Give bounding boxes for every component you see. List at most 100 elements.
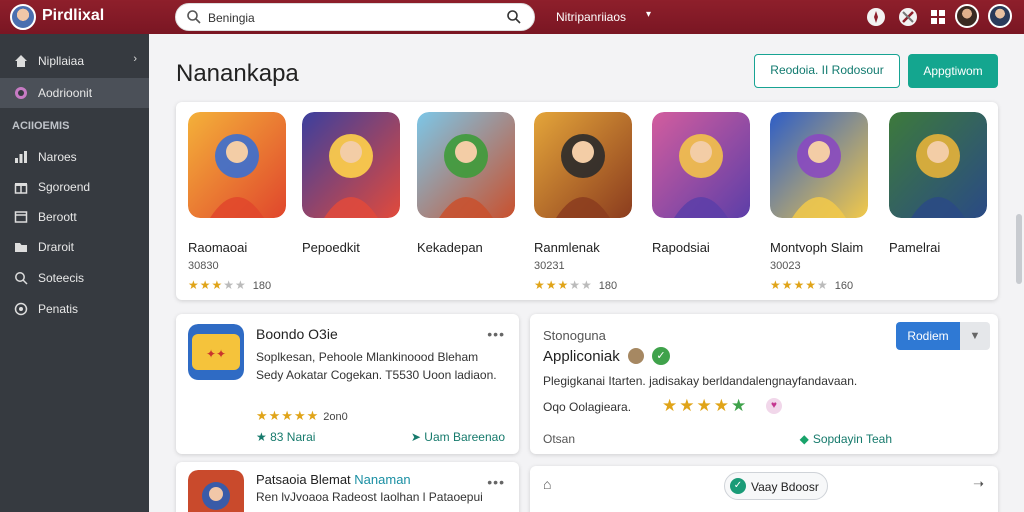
rating-count: 180 <box>598 280 618 292</box>
game-thumbnail[interactable] <box>652 112 750 218</box>
game-tile[interactable]: Pepoedkit <box>302 112 414 255</box>
scrollbar[interactable] <box>1016 214 1022 284</box>
tag-icon: ➤ <box>410 430 425 444</box>
game-name[interactable]: Raomaoai <box>188 240 247 255</box>
sidebar-item-penatis[interactable]: Penatis <box>0 294 149 324</box>
check-icon: ✓ <box>730 478 746 494</box>
game-name[interactable]: Rapodsiai <box>652 240 710 255</box>
status-pill[interactable]: ✓ Vaay Bdoosr <box>724 472 828 500</box>
grid-icon[interactable] <box>928 7 948 27</box>
game-thumbnail[interactable] <box>188 112 286 218</box>
detail-footer-left: Otsan <box>543 432 576 446</box>
search-box[interactable] <box>175 3 535 31</box>
sidebar-item-home[interactable]: Nipllaiaa › <box>0 46 149 76</box>
rating-stars: ★★★★★ 160 <box>770 278 854 292</box>
app-title-highlight[interactable]: Nanaman <box>354 472 410 487</box>
search-icon <box>15 272 28 285</box>
rating-count: 180 <box>252 280 272 292</box>
game-thumbnail[interactable] <box>417 112 515 218</box>
app-icon[interactable]: ✦✦ <box>188 324 244 380</box>
sidebar-item-soteecis[interactable]: Soteecis <box>0 263 149 293</box>
detail-meta: Oqo Oolagieara. <box>543 400 632 414</box>
game-tile[interactable]: Rapodsiai <box>652 112 764 255</box>
compass-icon[interactable] <box>866 7 886 27</box>
chevron-down-icon[interactable]: ▼ <box>960 322 990 350</box>
search-input[interactable] <box>208 8 488 28</box>
status-pill-label: Vaay Bdoosr <box>751 480 819 494</box>
sidebar-item-label: Beroott <box>38 210 77 224</box>
sidebar-item-label: Aodrioonit <box>38 86 93 100</box>
gamepad-icon <box>15 87 27 99</box>
heart-icon[interactable]: ♥ <box>766 398 782 414</box>
search-icon <box>187 10 201 24</box>
chart-icon <box>15 151 27 163</box>
tag-icon: ◆ <box>799 432 809 446</box>
arrow-right-icon[interactable]: ➝ <box>973 476 984 492</box>
secondary-button[interactable]: Reodoia. II Rodosour <box>754 54 900 88</box>
sidebar-item-label: Draroit <box>38 240 75 254</box>
primary-button[interactable]: Appgtiwom <box>908 54 998 88</box>
app-title-main: Patsaoia Blemat <box>256 472 351 487</box>
game-name[interactable]: Kekadepan <box>417 240 483 255</box>
avatar[interactable] <box>955 4 979 28</box>
app-footer-right[interactable]: ➤ Uam Bareenao <box>411 430 505 444</box>
app-title: Patsaoia Blemat Nanaman <box>256 472 411 487</box>
game-name[interactable]: Montvoph Slaim <box>770 240 863 255</box>
more-options-icon[interactable]: ••• <box>487 474 505 490</box>
rating-stars: ★★★★★ 180 <box>534 278 618 292</box>
game-tile[interactable]: Ranmlenak 30231 ★★★★★ 180 <box>534 112 646 292</box>
check-icon: ✓ <box>652 347 670 365</box>
game-thumbnail[interactable] <box>534 112 632 218</box>
game-tile[interactable]: Raomaoai 30830 ★★★★★ 180 <box>188 112 300 292</box>
chevron-down-icon[interactable]: ▾ <box>646 9 651 20</box>
brand-name: Pirdlixal <box>42 7 105 24</box>
folder-icon <box>15 243 27 252</box>
avatar[interactable] <box>988 4 1012 28</box>
game-tile[interactable]: Pamelrai <box>889 112 1001 255</box>
game-thumbnail[interactable] <box>889 112 987 218</box>
sidebar-item-label: Penatis <box>38 302 79 316</box>
star-icon: ★ <box>256 430 271 444</box>
bottom-card: ⌂ ✓ Vaay Bdoosr ➝ <box>530 466 998 512</box>
sidebar-item-label: Nipllaiaa <box>38 54 85 68</box>
sidebar-item-sgoroend[interactable]: Sgoroend <box>0 172 149 202</box>
game-thumbnail[interactable] <box>302 112 400 218</box>
gift-icon <box>14 183 28 194</box>
sidebar-item-beroott[interactable]: Beroott <box>0 202 149 232</box>
search-submit-icon[interactable] <box>506 9 522 25</box>
sidebar-item-draroit[interactable]: Draroit <box>0 232 149 262</box>
rating-count: 2on0 <box>323 411 348 423</box>
sidebar-item-label: Sgoroend <box>38 180 91 194</box>
game-name[interactable]: Pamelrai <box>889 240 940 255</box>
detail-action-button[interactable]: Rodiem <box>896 322 960 350</box>
footer-right-label: Sopdayin Teah <box>812 432 892 446</box>
tools-icon[interactable] <box>898 7 918 27</box>
sidebar-section-title: ACIIOEMIS <box>12 120 70 132</box>
app-card[interactable]: Patsaoia Blemat Nanaman ••• Ren lvJvoaoa… <box>176 462 519 512</box>
app-icon[interactable] <box>188 470 244 512</box>
sidebar-item-label: Soteecis <box>38 271 85 285</box>
footer-right-label: Uam Bareenao <box>424 430 505 444</box>
status-badge <box>628 348 644 364</box>
rating-stars: ★★★★★ 2on0 <box>256 408 348 423</box>
sidebar-item-active[interactable]: Aodrioonit <box>0 78 149 108</box>
game-tile[interactable]: Kekadepan <box>417 112 529 255</box>
brand-logo[interactable] <box>10 4 36 30</box>
app-description: Soplkesan, Pehoole Mlankinoood Bleham Se… <box>256 350 497 382</box>
top-menu-label[interactable]: Nitripanriiaos <box>556 10 626 24</box>
sidebar-item-naroes[interactable]: Naroes <box>0 142 149 172</box>
home-icon <box>15 55 27 67</box>
game-name[interactable]: Pepoedkit <box>302 240 360 255</box>
game-name[interactable]: Ranmlenak <box>534 240 600 255</box>
game-tile[interactable]: Montvoph Slaim 30023 ★★★★★ 160 <box>770 112 882 292</box>
app-description: Ren lvJvoaoa Radeost Iaolhan l Pataoepui <box>256 490 483 504</box>
game-subtitle: 30231 <box>534 260 565 272</box>
app-card[interactable]: ✦✦ Boondo O3ie ••• Soplkesan, Pehoole Ml… <box>176 314 519 454</box>
detail-footer-right[interactable]: ◆ Sopdayin Teah <box>800 432 892 446</box>
game-subtitle: 30830 <box>188 260 219 272</box>
app-footer-left[interactable]: ★ 83 Narai <box>256 430 315 444</box>
home-icon[interactable]: ⌂ <box>543 476 551 492</box>
more-options-icon[interactable]: ••• <box>487 326 505 342</box>
sidebar: Nipllaiaa › Aodrioonit ACIIOEMIS Naroes … <box>0 34 149 512</box>
game-thumbnail[interactable] <box>770 112 868 218</box>
